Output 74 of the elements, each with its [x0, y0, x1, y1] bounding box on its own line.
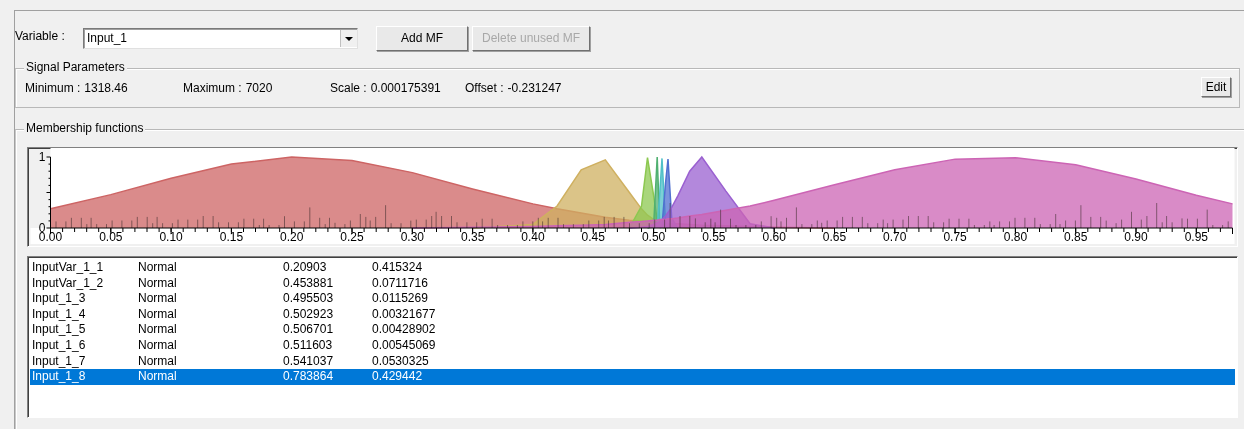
list-cell-text: 0.511603: [283, 337, 334, 354]
list-cell-text: Input_1_4: [31, 306, 87, 323]
field-value: 7020: [245, 81, 273, 95]
x-tick-label: 0.25: [340, 230, 364, 244]
list-cell-text: 0.429442: [372, 369, 424, 385]
list-cell-text: Normal: [138, 322, 178, 338]
list-cell-text: Normal: [138, 260, 178, 276]
list-row[interactable]: Input_1_6 Normal 0.511603 0.00545069: [30, 337, 1235, 354]
list-cell-text: 0.20903: [283, 260, 328, 276]
x-tick-label: 0.30: [400, 230, 424, 244]
list-row[interactable]: Input_1_5 Normal 0.506701 0.00428902: [30, 322, 1235, 338]
x-tick-label: 0.45: [581, 230, 605, 244]
list-row[interactable]: InputVar_1_2 Normal 0.453881 0.0711716: [30, 275, 1235, 292]
list-cell-text: Input_1_6: [31, 337, 87, 354]
list-cell-text: 0.453881: [283, 275, 335, 292]
x-tick-label: 0.65: [822, 230, 847, 244]
list-cell-text: Normal: [138, 306, 178, 323]
x-tick-label: 0.60: [762, 230, 786, 244]
list-cell-text: Normal: [138, 275, 178, 292]
field-label: Offset :: [465, 81, 504, 95]
x-tick-label: 0.50: [641, 230, 666, 244]
x-tick-label: 0.40: [521, 230, 545, 244]
group-title: Signal Parameters: [24, 60, 127, 74]
list-row[interactable]: Input_1_3 Normal 0.495503 0.0115269: [30, 291, 1235, 307]
list-cell-text: 0.00428902: [372, 322, 437, 338]
add-mf-button[interactable]: Add MF: [376, 25, 468, 51]
list-row[interactable]: InputVar_1_1 Normal 0.20903 0.415324: [30, 260, 1235, 276]
x-tick-label: 0.75: [943, 230, 967, 244]
field-value: -0.231247: [507, 81, 562, 95]
list-cell-text: 0.0530325: [372, 353, 430, 370]
list-row[interactable]: Input_1_8 Normal 0.783864 0.429442: [30, 369, 1235, 385]
list-cell-text: 0.495503: [283, 291, 335, 307]
list-cell-text: Input_1_5: [31, 322, 87, 338]
x-tick-label: 0.05: [99, 230, 123, 244]
list-cell-text: Normal: [138, 337, 178, 354]
list-cell-text: 0.415324: [372, 260, 424, 276]
list-cell-text: 0.00545069: [372, 337, 437, 354]
x-tick-label: 0.10: [159, 230, 183, 244]
x-tick-label: 0.80: [1003, 230, 1028, 244]
x-tick-label: 0.20: [280, 230, 304, 244]
field-label: Maximum :: [183, 81, 242, 95]
list-cell-text: Input_1_8: [31, 369, 87, 385]
list-row[interactable]: Input_1_4 Normal 0.502923 0.00321677: [30, 306, 1235, 323]
x-tick-label: 0.70: [883, 230, 907, 244]
list-cell-text: Normal: [138, 291, 178, 307]
group-title: Membership functions: [24, 121, 146, 135]
field-value: 1318.46: [84, 81, 128, 95]
edit-button[interactable]: Edit: [1201, 77, 1231, 97]
list-cell-text: Normal: [138, 369, 178, 385]
x-tick-label: 0.35: [460, 230, 485, 244]
list-cell-text: 0.541037: [283, 353, 335, 370]
x-tick-label: 0.15: [219, 230, 244, 244]
x-tick-label: 0.85: [1064, 230, 1088, 244]
field-label: Minimum :: [25, 81, 81, 95]
list-cell-text: Normal: [138, 353, 178, 370]
list-cell-text: 0.506701: [283, 322, 335, 338]
list-cell-text: 0.783864: [283, 369, 335, 385]
field-value: 0.000175391: [370, 81, 441, 95]
list-cell-text: 0.00321677: [372, 306, 437, 323]
list-cell-text: 0.0115269: [372, 291, 429, 307]
list-cell-text: Input_1_7: [31, 353, 87, 370]
list-cell-text: InputVar_1_1: [31, 260, 105, 276]
list-row[interactable]: Input_1_7 Normal 0.541037 0.0530325: [30, 353, 1235, 370]
variable-label: Variable :: [15, 29, 66, 43]
y-tick-label: 1: [38, 150, 46, 164]
x-tick-label: 0.55: [702, 230, 726, 244]
x-tick-label: 0.90: [1124, 230, 1148, 244]
field-label: Scale :: [330, 81, 367, 95]
list-cell-text: Input_1_3: [31, 291, 87, 307]
list-cell-text: InputVar_1_2: [31, 275, 105, 292]
variable-dropdown[interactable]: Input_1: [83, 27, 358, 49]
list-cell-text: 0.0711716: [372, 275, 429, 292]
x-tick-label: 0.95: [1184, 230, 1208, 244]
list-cell-text: 0.502923: [283, 306, 335, 323]
